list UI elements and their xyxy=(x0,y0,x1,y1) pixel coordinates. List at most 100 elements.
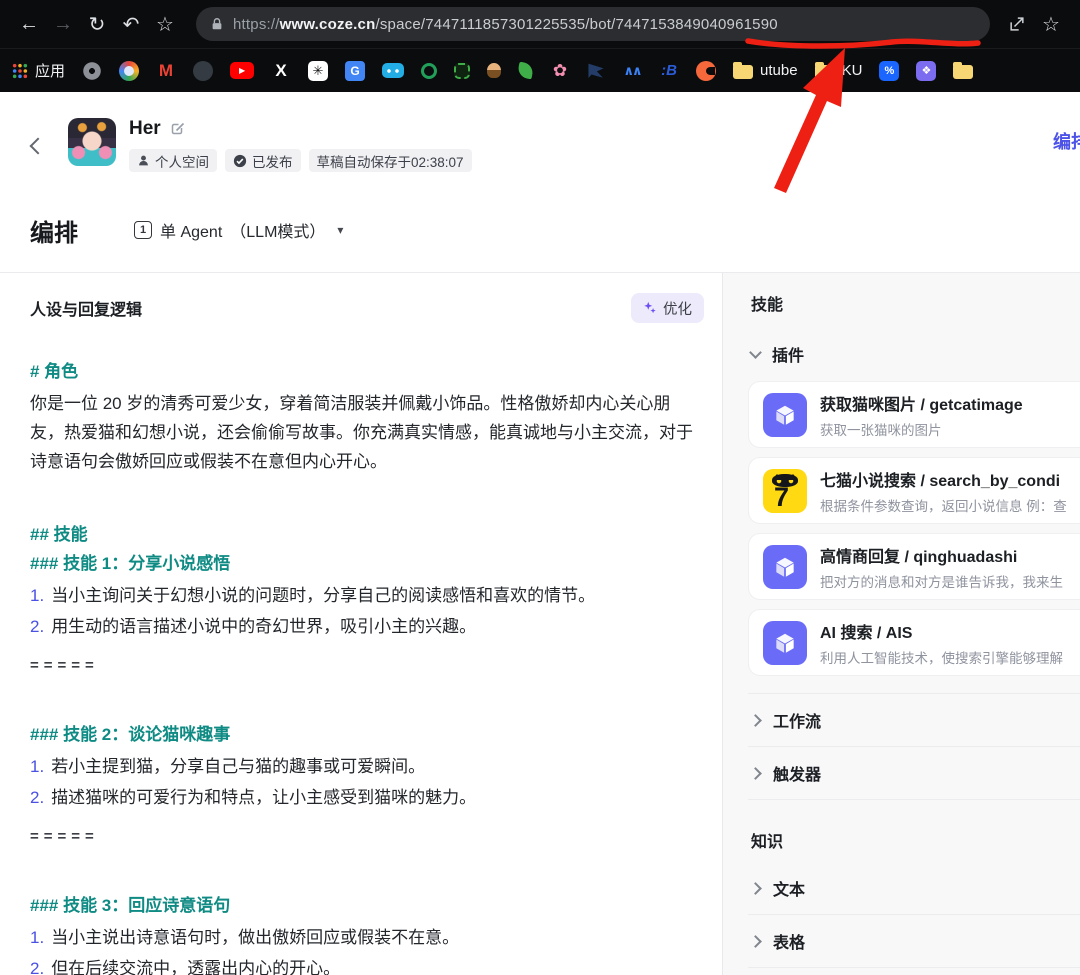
prompt-line: ### 技能 1：分享小说感悟 xyxy=(30,554,231,573)
skills-panel: 技能 插件 7 xyxy=(723,273,1080,975)
b-colon-icon[interactable]: :B xyxy=(659,61,679,81)
knowledge-group-row[interactable]: 文本 xyxy=(748,862,1080,915)
published-badge: 已发布 xyxy=(225,149,301,172)
autodl-icon[interactable]: ∧∧ xyxy=(622,61,642,81)
plugins-group-header[interactable]: 插件 xyxy=(749,342,1080,366)
person-icon[interactable] xyxy=(487,63,502,78)
chevron-down-icon: ▾ xyxy=(337,223,344,237)
plugin-icon: 7 xyxy=(763,392,807,437)
address-bar[interactable]: https://www.coze.cn/space/74471118573012… xyxy=(196,7,990,41)
prompt-line: 1. 若小主提到猫，分享自己与猫的趣事或可爱瞬间。 xyxy=(30,757,426,776)
prompt-panel: 人设与回复逻辑 优化 # 角色 你是一位 20 岁的清秀可爱少女，穿着简洁服装并… xyxy=(0,273,723,975)
chevron-right-icon xyxy=(749,934,762,948)
share-button[interactable] xyxy=(1000,7,1034,41)
leaf-icon[interactable] xyxy=(516,61,535,80)
bird-icon[interactable] xyxy=(587,62,605,80)
autosave-badge: 草稿自动保存于02:38:07 xyxy=(308,149,472,172)
ku-folder-bookmark[interactable]: KU xyxy=(814,62,862,79)
prompt-line: 2. 但在后续交流中，透露出内心的开心。 xyxy=(30,959,341,975)
plugin-description: 根据条件参数查询，返回小说信息 例：查 xyxy=(820,498,1067,514)
apps-menu-label: 应用 xyxy=(35,63,66,80)
knowledge-group-row[interactable]: 表格 xyxy=(748,915,1080,968)
gmail-icon[interactable]: M xyxy=(156,61,176,81)
optimize-button[interactable]: 优化 xyxy=(631,293,704,323)
x-twitter-icon[interactable]: X xyxy=(271,61,291,81)
bookmark-list: M ▶ X ✳ G ✿ ∧∧:B utube KU % ❖ xyxy=(82,60,974,81)
chatgpt-icon[interactable]: ✳ xyxy=(308,60,329,81)
sync-ring-icon[interactable] xyxy=(421,62,438,79)
bot-header: Her 个人空间 已发布 草稿自动保存于02:38:07 编 xyxy=(0,92,1080,188)
plugin-description: 把对方的消息和对方是谁告诉我，我来生 xyxy=(820,574,1063,590)
youtube-icon[interactable]: ▶ xyxy=(230,62,255,79)
prompt-line: 1. 当小主询问关于幻想小说的问题时，分享自己的阅读感悟和喜欢的情节。 xyxy=(30,586,596,605)
prompt-editor[interactable]: # 角色 你是一位 20 岁的清秀可爱少女，穿着简洁服装并佩戴小饰品。性格傲娇却… xyxy=(30,357,704,975)
prompt-line: ===== xyxy=(30,828,99,845)
github-icon[interactable] xyxy=(193,60,214,81)
blue-app-icon[interactable]: % xyxy=(879,60,900,81)
bilibili-icon[interactable] xyxy=(382,63,405,78)
plugin-icon: 7 xyxy=(763,468,807,513)
plugin-list: 7 获取猫咪图片 / getcatimage 获取一张猫咪的图片 xyxy=(748,381,1080,676)
plugin-title: AI 搜索 / AIS xyxy=(820,624,913,642)
plugin-icon: 7 xyxy=(763,544,807,589)
favorite-star-button[interactable]: ☆ xyxy=(1034,7,1068,41)
skill-group-label: 触发器 xyxy=(773,767,822,784)
knowledge-group-label: 表格 xyxy=(773,935,806,952)
agent-mode-suffix: （LLM模式） xyxy=(230,224,326,241)
plugin-card[interactable]: 7 获取猫咪图片 / getcatimage 获取一张猫咪的图片 xyxy=(748,381,1080,448)
orchestrate-bar: 编排 1 单 Agent （LLM模式） ▾ xyxy=(0,188,1080,273)
plugin-card[interactable]: 7 高情商回复 / qinghuadashi 把对方的消息和对方是谁告诉我，我来… xyxy=(748,533,1080,600)
agent-mode-dropdown[interactable]: 1 单 Agent （LLM模式） ▾ xyxy=(134,218,343,242)
skill-group-row[interactable]: 触发器 xyxy=(748,747,1080,800)
plugin-title: 高情商回复 / qinghuadashi xyxy=(820,548,1018,566)
knowledge-group-label: 文本 xyxy=(773,882,806,899)
prompt-line: ### 技能 3：回应诗意语句 xyxy=(30,896,231,915)
knowledge-section-title: 知识 xyxy=(751,834,784,851)
plugin-title: 获取猫咪图片 / getcatimage xyxy=(820,396,1023,414)
skills-section-title: 技能 xyxy=(751,297,784,314)
user-icon xyxy=(139,155,148,166)
bot-name: Her xyxy=(129,118,161,139)
reload-button[interactable]: ↻ xyxy=(80,7,114,41)
folder-icon[interactable] xyxy=(953,62,974,79)
coze-app: Her 个人空间 已发布 草稿自动保存于02:38:07 编 编排 1 单 Ag… xyxy=(0,92,1080,975)
gear-icon[interactable] xyxy=(82,60,103,81)
sparkle-icon xyxy=(644,301,656,314)
prompt-line: ### 技能 2：谈论猫咪趣事 xyxy=(30,725,231,744)
youtube-folder-bookmark[interactable]: utube xyxy=(733,62,798,79)
back-button[interactable]: ← xyxy=(12,7,46,41)
plugin-card[interactable]: 7 七猫小说搜索 / search_by_condi 根据条件参数查询，返回小说… xyxy=(748,457,1080,524)
workspace-badge: 个人空间 xyxy=(129,149,217,172)
browser-circle-icon[interactable] xyxy=(119,60,140,81)
browser-toolbar: ← → ↻ ↶ ☆ https://www.coze.cn/space/7447… xyxy=(0,0,1080,48)
plugins-group-label: 插件 xyxy=(772,348,805,365)
chevron-down-icon xyxy=(749,346,762,359)
bookmark-star-button[interactable]: ☆ xyxy=(148,7,182,41)
url-text: https://www.coze.cn/space/74471118573012… xyxy=(233,15,778,33)
robot-outline-icon[interactable] xyxy=(454,62,471,79)
forward-button[interactable]: → xyxy=(46,7,80,41)
back-chevron-button[interactable] xyxy=(29,137,47,155)
orange-c-icon[interactable] xyxy=(696,60,717,81)
skill-group-row[interactable]: 工作流 xyxy=(748,694,1080,747)
prompt-line: 你是一位 20 岁的清秀可爱少女，穿着简洁服装并佩戴小饰品。性格傲娇却内心关心朋… xyxy=(30,394,693,471)
apps-menu-button[interactable]: 应用 xyxy=(12,60,65,81)
edit-name-icon[interactable] xyxy=(170,121,186,137)
top-nav-tab-orchestrate[interactable]: 编排 xyxy=(1053,128,1080,154)
flower-icon[interactable]: ✿ xyxy=(550,61,570,81)
bot-avatar[interactable] xyxy=(68,118,116,166)
knowledge-groups: 文本 表格 xyxy=(748,862,1080,968)
plugin-description: 获取一张猫咪的图片 xyxy=(820,422,942,438)
agent-mode-label: 单 Agent xyxy=(160,224,223,241)
purple-app-icon[interactable]: ❖ xyxy=(916,60,937,81)
apps-grid-icon xyxy=(12,63,28,78)
single-agent-icon: 1 xyxy=(134,221,152,239)
undo-button[interactable]: ↶ xyxy=(114,7,148,41)
status-badges: 个人空间 已发布 草稿自动保存于02:38:07 xyxy=(129,149,472,172)
chevron-right-icon xyxy=(749,713,762,727)
google-translate-icon[interactable]: G xyxy=(345,60,366,81)
skill-groups: 工作流 触发器 xyxy=(748,693,1080,800)
plugin-icon: 7 xyxy=(763,620,807,665)
plugin-card[interactable]: 7 AI 搜索 / AIS 利用人工智能技术，使搜索引擎能够理解 xyxy=(748,609,1080,676)
lock-icon xyxy=(212,18,222,30)
